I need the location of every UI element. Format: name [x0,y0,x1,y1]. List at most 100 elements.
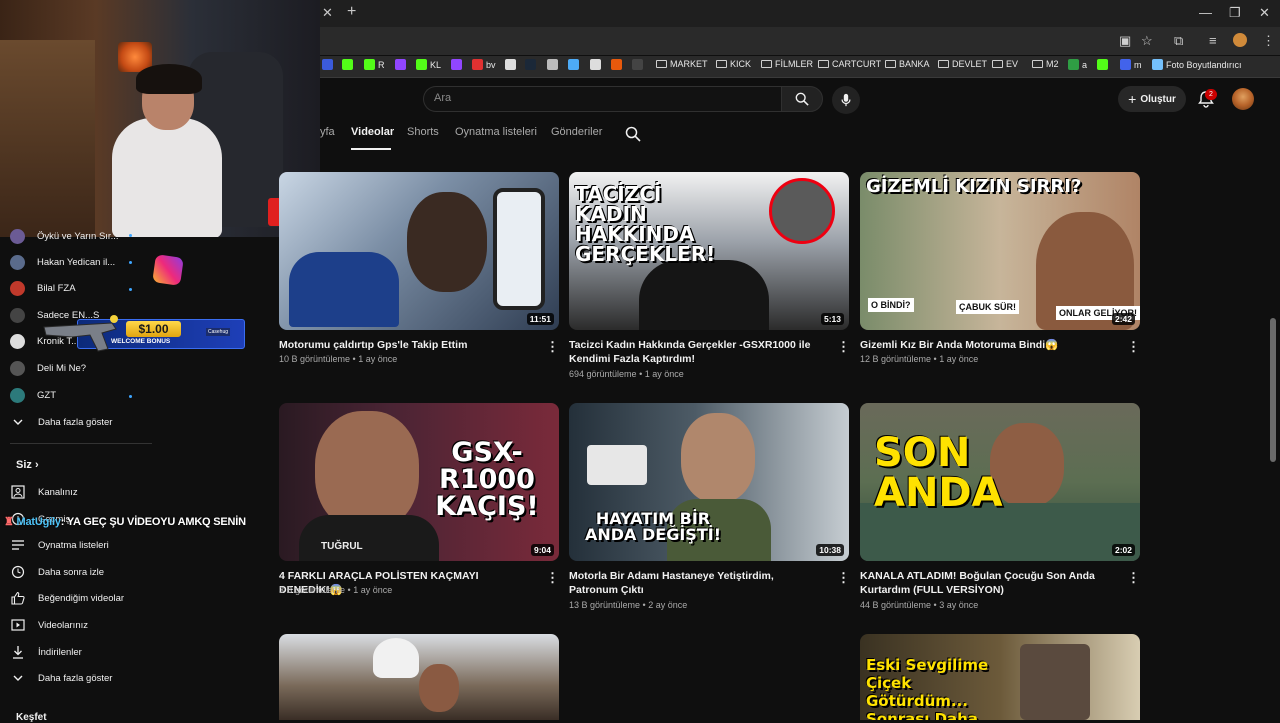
video-menu-icon[interactable]: ⋮ [1127,340,1140,353]
video-title[interactable]: Motorla Bir Adamı Hastaneye Yetiştirdim,… [569,569,819,597]
bookmark-item[interactable]: KL [416,59,441,70]
bookmark-item[interactable] [451,59,462,70]
video-title[interactable]: Gizemli Kız Bir Anda Motoruma Bindi😱 [860,338,1110,352]
sidebar-item-channel[interactable]: Kanalınız [10,480,78,504]
search-input[interactable] [434,92,764,104]
voice-search-button[interactable] [832,86,860,114]
video-title[interactable]: KANALA ATLADIM! Boğulan Çocuğu Son Anda … [860,569,1110,597]
video-menu-icon[interactable]: ⋮ [546,571,559,584]
bookmark-item[interactable]: MARKET [656,59,708,69]
sidebar-item-playlists[interactable]: Oynatma listeleri [10,533,109,557]
media-control-icon[interactable]: ≡ [1209,33,1217,48]
tab-posts[interactable]: Gönderiler [551,126,602,138]
video-menu-icon[interactable]: ⋮ [1127,571,1140,584]
profile-avatar[interactable] [1233,33,1247,47]
video-thumbnail[interactable]: HAYATIM BİR ANDA DEĞİŞTİ! 10:38 [569,403,849,561]
bookmark-star-icon[interactable]: ☆ [1141,33,1153,49]
bookmark-item[interactable] [590,59,601,70]
sidebar-item-label: Oynatma listeleri [38,539,109,551]
thumbnail-text: HAYATIM BİR ANDA DEĞİŞTİ! [585,509,721,544]
channel-search-icon[interactable] [625,126,641,142]
like-icon [10,590,26,606]
bookmark-item[interactable]: m [1120,59,1142,70]
bookmark-item[interactable] [342,59,353,70]
account-avatar[interactable] [1232,88,1254,110]
video-meta: 12 B görüntüleme • 1 ay önce [860,354,979,364]
tab-playlists[interactable]: Oynatma listeleri [455,126,537,138]
bookmark-item[interactable]: R [364,59,385,70]
video-menu-icon[interactable]: ⋮ [837,571,850,584]
bookmark-item[interactable]: FİLMLER [761,59,813,69]
search-box[interactable] [423,86,782,112]
sidebar-item-watch-later[interactable]: Daha sonra izle [10,560,104,584]
page-scrollbar[interactable] [1270,318,1276,462]
app-icon [568,59,579,70]
sidebar-you-header[interactable]: Siz › [16,459,39,471]
bookmark-item[interactable] [505,59,516,70]
sidebar-show-more-you[interactable]: Daha fazla göster [10,666,112,690]
webcam-person-hair [136,64,202,94]
bookmark-item[interactable] [547,59,558,70]
app-icon [590,59,601,70]
sidebar-item-your-videos[interactable]: Videolarınız [10,613,88,637]
sidebar-sub-oyku[interactable]: Öykü ve Yarın Sır... [10,224,119,248]
video-thumbnail[interactable] [279,634,559,720]
sidebar-sub-bilal[interactable]: Bilal FZA [10,276,76,300]
webcam-shelf [0,40,95,237]
bookmark-item[interactable]: BANKA [885,59,930,69]
close-window-icon[interactable]: ✕ [1259,5,1270,21]
extensions-icon[interactable]: ⧉ [1174,33,1183,49]
sidebar-show-more-subs[interactable]: Daha fazla göster [10,410,112,434]
bookmark-label: FİLMLER [775,59,814,69]
menu-kebab-icon[interactable]: ⋮ [1262,33,1275,49]
bookmark-item[interactable]: DEVLET [938,59,987,69]
tab-videos[interactable]: Videolar [351,126,394,138]
bookmark-item[interactable] [632,59,643,70]
sidebar-sub-gzt[interactable]: GZT [10,383,56,407]
bookmark-item[interactable]: EV [992,59,1018,69]
sidebar-item-downloads[interactable]: İndirilenler [10,640,82,664]
bookmark-item[interactable] [322,59,333,70]
bookmark-item[interactable] [611,59,622,70]
bookmark-item[interactable] [1097,59,1108,70]
video-thumbnail[interactable]: TACİZCİ KADIN HAKKINDA GERÇEKLER! 5:13 [569,172,849,330]
video-menu-icon[interactable]: ⋮ [546,340,559,353]
video-title[interactable]: Motorumu çaldırtıp Gps'le Takip Ettim [279,338,529,352]
chevron-down-icon [10,414,26,430]
bookmark-item[interactable] [525,59,536,70]
video-title[interactable]: Tacizci Kadın Hakkında Gerçekler -GSXR10… [569,338,819,366]
app-icon [611,59,622,70]
new-tab-button[interactable]: + [347,3,356,21]
bookmark-item[interactable] [568,59,579,70]
minimize-icon[interactable]: — [1199,5,1212,20]
bookmark-item[interactable]: KICK [716,59,751,69]
folder-icon [885,60,896,68]
create-button[interactable]: + Oluştur [1118,86,1186,112]
video-thumbnail[interactable]: Eski Sevgilime Çiçek Götürdüm... Sonrası… [860,634,1140,720]
bookmark-item[interactable] [395,59,406,70]
folder-icon [992,60,1003,68]
bookmark-item[interactable]: Foto Boyutlandırıcı [1152,59,1242,70]
ad-bonus-text: WELCOME BONUS [111,338,171,345]
video-thumbnail[interactable]: SON ANDA 2:02 [860,403,1140,561]
sidebar-sub-hakan[interactable]: Hakan Yedican il... [10,250,115,274]
maximize-icon[interactable]: ❐ [1229,5,1241,21]
tab-close-icon[interactable]: ✕ [322,5,333,21]
bookmark-item[interactable]: CARTCURT [818,59,881,69]
tab-shorts[interactable]: Shorts [407,126,439,138]
bookmark-item[interactable]: M2 [1032,59,1059,69]
channel-avatar [10,307,25,323]
video-thumbnail[interactable]: 11:51 [279,172,559,330]
search-button[interactable] [781,86,823,112]
bookmark-item[interactable]: a [1068,59,1087,70]
video-menu-icon[interactable]: ⋮ [837,340,850,353]
sidebar-sub-delimine[interactable]: Deli Mi Ne? [10,356,86,380]
video-thumbnail[interactable]: GSX-R1000 KAÇIŞ! TUĞRUL 9:04 [279,403,559,561]
video-thumbnail[interactable]: GİZEMLİ KIZIN SIRRI? O BİNDİ? ÇABUK SÜR!… [860,172,1140,330]
tab-home[interactable]: yfa [320,126,335,138]
sidebar-item-liked[interactable]: Beğendiğim videolar [10,586,124,610]
globe-icon [505,59,516,70]
cast-icon[interactable]: ▣ [1119,33,1131,49]
sidebar-item-label: Kanalınız [38,486,78,498]
bookmark-item[interactable]: bv [472,59,496,70]
